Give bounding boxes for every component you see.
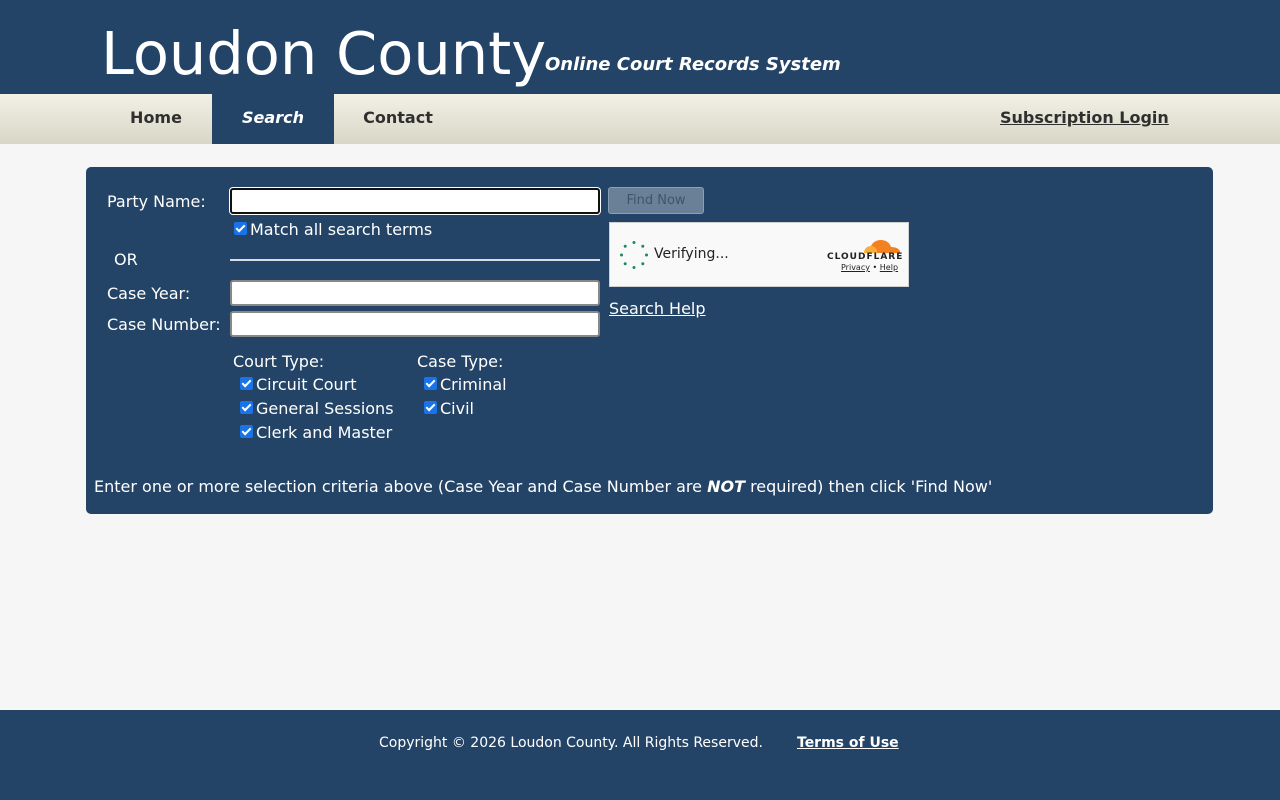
general-sessions-label: General Sessions [256,399,394,418]
nav-bar: Home Search Contact Subscription Login [0,94,1280,144]
party-name-label: Party Name: [107,192,206,211]
case-type-label: Case Type: [417,352,504,371]
instructions-pre: Enter one or more selection criteria abo… [94,477,702,496]
civil-label: Civil [440,399,474,418]
match-all-checkbox[interactable] [234,222,247,235]
nav-search-tab[interactable]: Search [212,94,334,144]
case-number-label: Case Number: [107,315,221,334]
site-header: Loudon County Online Court Records Syste… [0,0,1280,94]
circuit-court-label: Circuit Court [256,375,357,394]
cloudflare-brand: CLOUDFLARE [827,252,904,262]
criminal-label: Criminal [440,375,507,394]
cloudflare-links: Privacy • Help [841,263,898,272]
site-title: Loudon County [101,19,547,88]
party-name-input[interactable] [230,188,600,214]
clerk-and-master-checkbox[interactable] [240,425,253,438]
instructions-post: required) then click 'Find Now' [750,477,993,496]
case-year-label: Case Year: [107,284,191,303]
terms-of-use-link[interactable]: Terms of Use [797,735,899,751]
or-divider [230,259,600,261]
case-year-input[interactable] [230,280,600,306]
copyright-text: Copyright © 2026 Loudon County. All Righ… [379,735,763,751]
search-panel: Party Name: Match all search terms OR Ca… [86,167,1213,514]
civil-checkbox[interactable] [424,401,437,414]
links-separator: • [872,263,878,272]
find-now-button[interactable]: Find Now [608,187,704,214]
match-all-label: Match all search terms [250,220,433,239]
loading-spinner-icon [620,241,648,269]
or-label: OR [114,250,138,269]
search-help-link[interactable]: Search Help [609,299,706,318]
cloudflare-widget[interactable]: Verifying... CLOUDFLARE Privacy • Help [609,222,909,287]
verify-status: Verifying... [654,246,729,262]
criminal-checkbox[interactable] [424,377,437,390]
nav-home-tab[interactable]: Home [100,94,212,144]
privacy-link[interactable]: Privacy [841,263,870,272]
circuit-court-checkbox[interactable] [240,377,253,390]
court-type-label: Court Type: [233,352,325,371]
case-number-input[interactable] [230,311,600,337]
instructions-text: Enter one or more selection criteria abo… [94,477,992,496]
general-sessions-checkbox[interactable] [240,401,253,414]
instructions-emphasis: NOT [707,477,745,496]
subscription-login-link[interactable]: Subscription Login [1000,94,1169,142]
site-footer: Copyright © 2026 Loudon County. All Righ… [0,710,1280,800]
help-link[interactable]: Help [880,263,898,272]
clerk-and-master-label: Clerk and Master [256,423,393,442]
nav-contact-tab[interactable]: Contact [334,94,462,144]
site-subtitle: Online Court Records System [545,54,841,75]
